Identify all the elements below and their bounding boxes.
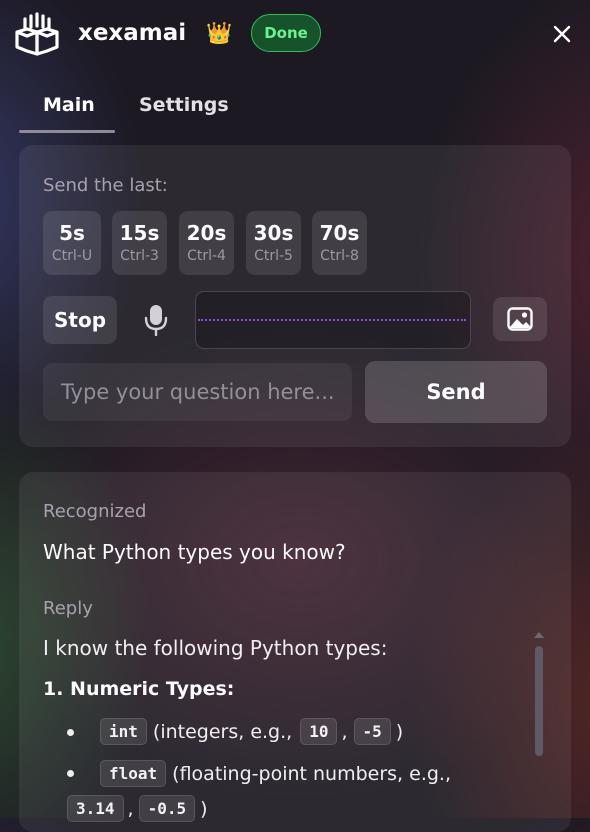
tab-main[interactable]: Main (43, 94, 95, 116)
chip-shortcut: Ctrl-5 (254, 248, 293, 264)
chip-time: 70s (319, 221, 360, 245)
scroll-up-arrow-icon[interactable] (534, 632, 544, 638)
inline-code: 10 (300, 718, 338, 745)
reply-intro: I know the following Python types: (43, 636, 388, 660)
microphone-icon[interactable] (143, 304, 169, 336)
tab-settings[interactable]: Settings (139, 94, 229, 116)
item-text: (integers, e.g., (152, 720, 293, 743)
duration-chip-30s[interactable]: 30s Ctrl-5 (246, 211, 301, 275)
item-text: (floating-point numbers, e.g., (172, 762, 452, 785)
close-icon[interactable] (548, 20, 576, 48)
chip-time: 30s (253, 221, 294, 245)
recognized-label: Recognized (43, 501, 147, 522)
chip-shortcut: Ctrl-3 (120, 248, 159, 264)
reply-label: Reply (43, 598, 93, 619)
audio-waveform (195, 291, 471, 349)
chip-shortcut: Ctrl-U (51, 248, 93, 264)
item-text: ) (395, 720, 404, 743)
recognized-text: What Python types you know? (43, 540, 346, 564)
inline-code: float (100, 760, 167, 787)
app-logo-icon (15, 12, 59, 56)
chip-time: 5s (59, 221, 85, 245)
scrollbar-thumb[interactable] (535, 646, 543, 756)
inline-code: -5 (353, 718, 391, 745)
chip-shortcut: Ctrl-4 (187, 248, 226, 264)
list-item: int (integers, e.g., 10 , -5 ) (100, 718, 403, 745)
inline-code: int (100, 718, 147, 745)
item-text: ) (200, 797, 208, 820)
duration-chip-20s[interactable]: 20s Ctrl-4 (179, 211, 234, 275)
crown-icon: 👑 (206, 21, 233, 45)
app-title: xexamai (78, 20, 187, 46)
active-tab-indicator (19, 130, 115, 133)
image-button[interactable] (493, 297, 547, 341)
waveform-line (198, 319, 466, 321)
list-item: float (floating-point numbers, e.g., (100, 760, 451, 787)
stop-button[interactable]: Stop (43, 296, 117, 344)
chip-shortcut: Ctrl-8 (320, 248, 359, 264)
image-icon (507, 307, 533, 331)
bullet-icon (67, 729, 74, 736)
duration-chip-5s[interactable]: 5s Ctrl-U (43, 211, 101, 275)
chip-time: 20s (186, 221, 227, 245)
bullet-icon (67, 770, 74, 777)
send-button[interactable]: Send (365, 361, 547, 423)
reply-heading: 1. Numeric Types: (43, 678, 235, 700)
question-input[interactable] (43, 363, 352, 421)
duration-chip-70s[interactable]: 70s Ctrl-8 (312, 211, 367, 275)
status-badge: Done (251, 14, 321, 52)
separator-text: , (341, 720, 348, 743)
send-last-label: Send the last: (43, 175, 168, 196)
separator-text: , (127, 797, 134, 820)
chip-time: 15s (119, 221, 160, 245)
duration-chip-15s[interactable]: 15s Ctrl-3 (112, 211, 167, 275)
